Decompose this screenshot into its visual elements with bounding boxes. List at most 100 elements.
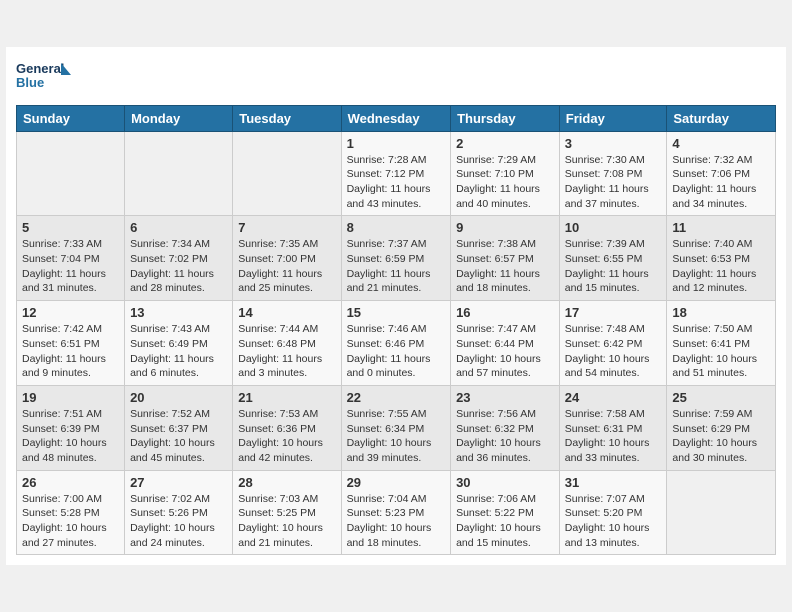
calendar-cell [233,131,341,216]
day-info: Sunrise: 7:51 AM Sunset: 6:39 PM Dayligh… [22,407,119,466]
day-number: 21 [238,390,335,405]
day-info: Sunrise: 7:40 AM Sunset: 6:53 PM Dayligh… [672,237,770,296]
day-header-sunday: Sunday [17,105,125,131]
day-number: 1 [347,136,446,151]
day-info: Sunrise: 7:02 AM Sunset: 5:26 PM Dayligh… [130,492,227,551]
day-header-friday: Friday [559,105,667,131]
calendar-cell: 22 Sunrise: 7:55 AM Sunset: 6:34 PM Dayli… [341,385,451,470]
day-number: 3 [565,136,662,151]
day-info: Sunrise: 7:07 AM Sunset: 5:20 PM Dayligh… [565,492,662,551]
calendar-cell: 10 Sunrise: 7:39 AM Sunset: 6:55 PM Dayli… [559,216,667,301]
day-number: 27 [130,475,227,490]
day-info: Sunrise: 7:29 AM Sunset: 7:10 PM Dayligh… [456,153,554,212]
calendar-cell: 12 Sunrise: 7:42 AM Sunset: 6:51 PM Dayli… [17,301,125,386]
day-info: Sunrise: 7:50 AM Sunset: 6:41 PM Dayligh… [672,322,770,381]
week-row-2: 5Sunrise: 7:33 AM Sunset: 7:04 PM Daylig… [17,216,776,301]
day-number: 28 [238,475,335,490]
day-number: 19 [22,390,119,405]
day-header-saturday: Saturday [667,105,776,131]
calendar-cell: 6 Sunrise: 7:34 AM Sunset: 7:02 PM Daylig… [125,216,233,301]
day-info: Sunrise: 7:30 AM Sunset: 7:08 PM Dayligh… [565,153,662,212]
day-header-monday: Monday [125,105,233,131]
day-info: Sunrise: 7:03 AM Sunset: 5:25 PM Dayligh… [238,492,335,551]
week-row-3: 12 Sunrise: 7:42 AM Sunset: 6:51 PM Dayli… [17,301,776,386]
logo: GeneralBlue [16,57,71,97]
calendar-cell: 30 Sunrise: 7:06 AM Sunset: 5:22 PM Dayli… [451,470,560,555]
day-number: 7 [238,220,335,235]
day-number: 14 [238,305,335,320]
day-info: Sunrise: 7:39 AM Sunset: 6:55 PM Dayligh… [565,237,662,296]
calendar-cell: 19 Sunrise: 7:51 AM Sunset: 6:39 PM Dayli… [17,385,125,470]
calendar-cell: 9Sunrise: 7:38 AM Sunset: 6:57 PM Daylig… [451,216,560,301]
calendar-table: SundayMondayTuesdayWednesdayThursdayFrid… [16,105,776,556]
calendar-cell: 15 Sunrise: 7:46 AM Sunset: 6:46 PM Dayli… [341,301,451,386]
day-number: 23 [456,390,554,405]
day-header-tuesday: Tuesday [233,105,341,131]
day-number: 8 [347,220,446,235]
calendar-cell: 31Sunrise: 7:07 AM Sunset: 5:20 PM Dayli… [559,470,667,555]
day-info: Sunrise: 7:37 AM Sunset: 6:59 PM Dayligh… [347,237,446,296]
calendar-cell: 18 Sunrise: 7:50 AM Sunset: 6:41 PM Dayli… [667,301,776,386]
calendar-cell: 29 Sunrise: 7:04 AM Sunset: 5:23 PM Dayli… [341,470,451,555]
calendar-cell: 26Sunrise: 7:00 AM Sunset: 5:28 PM Dayli… [17,470,125,555]
week-row-1: 1Sunrise: 7:28 AM Sunset: 7:12 PM Daylig… [17,131,776,216]
day-info: Sunrise: 7:46 AM Sunset: 6:46 PM Dayligh… [347,322,446,381]
calendar-cell: 1Sunrise: 7:28 AM Sunset: 7:12 PM Daylig… [341,131,451,216]
day-number: 5 [22,220,119,235]
day-number: 11 [672,220,770,235]
day-number: 29 [347,475,446,490]
calendar-cell: 5Sunrise: 7:33 AM Sunset: 7:04 PM Daylig… [17,216,125,301]
calendar-cell: 13 Sunrise: 7:43 AM Sunset: 6:49 PM Dayli… [125,301,233,386]
day-number: 15 [347,305,446,320]
day-info: Sunrise: 7:43 AM Sunset: 6:49 PM Dayligh… [130,322,227,381]
day-info: Sunrise: 7:04 AM Sunset: 5:23 PM Dayligh… [347,492,446,551]
calendar-cell: 16 Sunrise: 7:47 AM Sunset: 6:44 PM Dayli… [451,301,560,386]
calendar-cell: 17 Sunrise: 7:48 AM Sunset: 6:42 PM Dayli… [559,301,667,386]
day-info: Sunrise: 7:48 AM Sunset: 6:42 PM Dayligh… [565,322,662,381]
day-info: Sunrise: 7:55 AM Sunset: 6:34 PM Dayligh… [347,407,446,466]
days-header-row: SundayMondayTuesdayWednesdayThursdayFrid… [17,105,776,131]
day-number: 17 [565,305,662,320]
svg-text:General: General [16,61,64,76]
day-number: 20 [130,390,227,405]
week-row-4: 19 Sunrise: 7:51 AM Sunset: 6:39 PM Dayli… [17,385,776,470]
day-header-wednesday: Wednesday [341,105,451,131]
day-info: Sunrise: 7:35 AM Sunset: 7:00 PM Dayligh… [238,237,335,296]
calendar-header: GeneralBlue [16,57,776,97]
day-number: 10 [565,220,662,235]
calendar-cell: 28 Sunrise: 7:03 AM Sunset: 5:25 PM Dayli… [233,470,341,555]
day-number: 6 [130,220,227,235]
calendar-cell: 4Sunrise: 7:32 AM Sunset: 7:06 PM Daylig… [667,131,776,216]
day-number: 12 [22,305,119,320]
day-number: 26 [22,475,119,490]
calendar-cell: 24Sunrise: 7:58 AM Sunset: 6:31 PM Dayli… [559,385,667,470]
svg-text:Blue: Blue [16,75,44,90]
day-info: Sunrise: 7:44 AM Sunset: 6:48 PM Dayligh… [238,322,335,381]
day-info: Sunrise: 7:42 AM Sunset: 6:51 PM Dayligh… [22,322,119,381]
calendar-cell: 7 Sunrise: 7:35 AM Sunset: 7:00 PM Daylig… [233,216,341,301]
calendar-cell: 27 Sunrise: 7:02 AM Sunset: 5:26 PM Dayli… [125,470,233,555]
calendar-cell [667,470,776,555]
day-number: 18 [672,305,770,320]
day-info: Sunrise: 7:47 AM Sunset: 6:44 PM Dayligh… [456,322,554,381]
day-number: 30 [456,475,554,490]
day-info: Sunrise: 7:59 AM Sunset: 6:29 PM Dayligh… [672,407,770,466]
calendar-cell: 20 Sunrise: 7:52 AM Sunset: 6:37 PM Dayli… [125,385,233,470]
day-number: 16 [456,305,554,320]
day-header-thursday: Thursday [451,105,560,131]
day-number: 24 [565,390,662,405]
calendar-cell: 14 Sunrise: 7:44 AM Sunset: 6:48 PM Dayli… [233,301,341,386]
day-info: Sunrise: 7:52 AM Sunset: 6:37 PM Dayligh… [130,407,227,466]
day-number: 13 [130,305,227,320]
day-number: 22 [347,390,446,405]
calendar-cell: 8 Sunrise: 7:37 AM Sunset: 6:59 PM Daylig… [341,216,451,301]
day-number: 2 [456,136,554,151]
calendar-cell: 3 Sunrise: 7:30 AM Sunset: 7:08 PM Daylig… [559,131,667,216]
day-info: Sunrise: 7:34 AM Sunset: 7:02 PM Dayligh… [130,237,227,296]
day-info: Sunrise: 7:56 AM Sunset: 6:32 PM Dayligh… [456,407,554,466]
calendar-cell: 21Sunrise: 7:53 AM Sunset: 6:36 PM Dayli… [233,385,341,470]
day-info: Sunrise: 7:38 AM Sunset: 6:57 PM Dayligh… [456,237,554,296]
day-info: Sunrise: 7:06 AM Sunset: 5:22 PM Dayligh… [456,492,554,551]
calendar-cell: 2 Sunrise: 7:29 AM Sunset: 7:10 PM Daylig… [451,131,560,216]
calendar-container: GeneralBlue SundayMondayTuesdayWednesday… [6,47,786,566]
